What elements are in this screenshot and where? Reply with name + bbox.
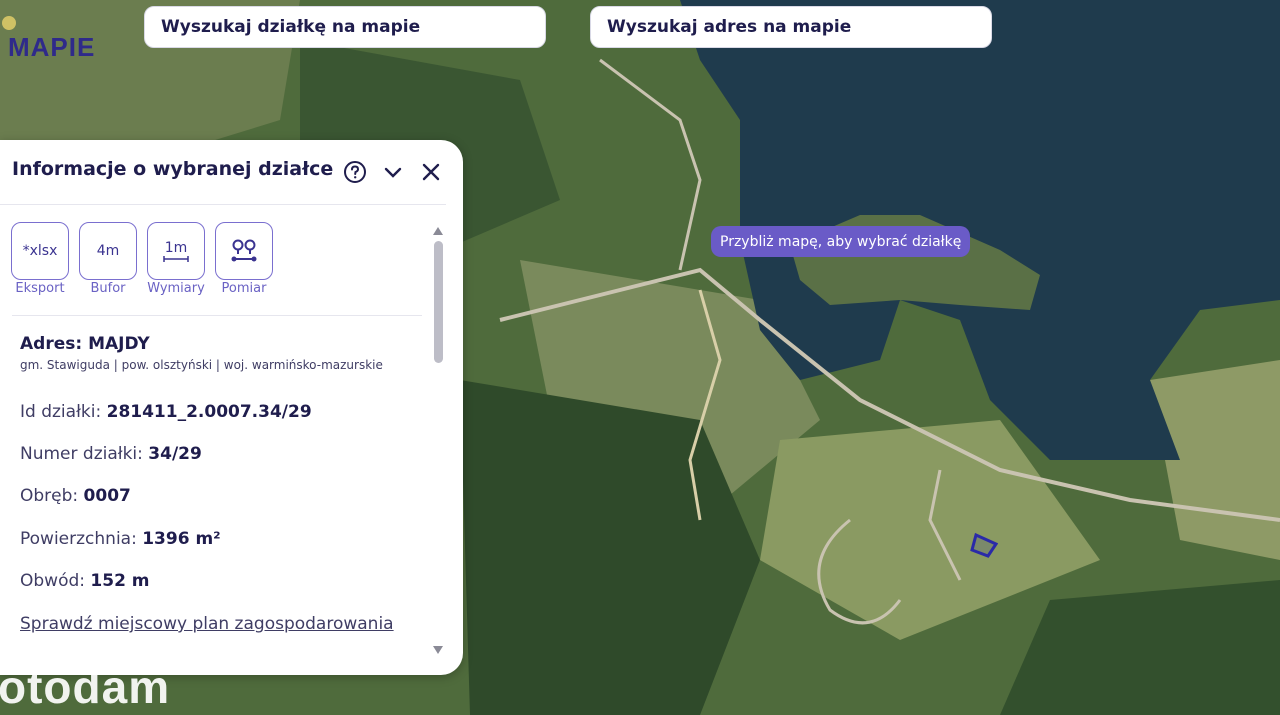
field-label: Powierzchnia: (20, 529, 137, 549)
field-value: 34/29 (148, 444, 202, 464)
scroll-up-icon[interactable] (432, 226, 444, 236)
field-perimeter: Obwód: 152 m (20, 571, 150, 591)
field-parcel-id: Id działki: 281411_2.0007.34/29 (20, 402, 312, 422)
selected-parcel-outline[interactable] (968, 532, 998, 558)
buffer-label: Bufor (90, 281, 126, 296)
otodom-watermark: otodam (0, 661, 171, 713)
panel-scrollbar-thumb[interactable] (434, 241, 443, 363)
scroll-down-icon[interactable] (432, 645, 444, 655)
export-xlsx-button[interactable]: *xlsx (11, 222, 69, 280)
buffer-button[interactable]: 4m (79, 222, 137, 280)
parcel-address: Adres: MAJDY (20, 334, 150, 354)
dimension-line-icon (163, 256, 189, 262)
export-label: Eksport (15, 281, 65, 296)
collapse-chevron-icon[interactable] (381, 160, 405, 184)
help-icon[interactable] (343, 160, 367, 184)
dimensions-button-icon-text: 1m (164, 240, 188, 256)
field-label: Numer działki: (20, 444, 143, 464)
dimensions-label: Wymiary (147, 281, 205, 296)
logo-text: MAPIE (8, 32, 96, 62)
zoning-plan-link[interactable]: Sprawdź miejscowy plan zagospodarowania (20, 614, 394, 634)
measure-button[interactable] (215, 222, 273, 280)
field-value: 0007 (83, 486, 131, 506)
field-value: 152 m (90, 571, 150, 591)
field-label: Id działki: (20, 402, 102, 422)
address-search-input[interactable]: Wyszukaj adres na mapie (590, 6, 992, 48)
parcel-search-input[interactable]: Wyszukaj działkę na mapie (144, 6, 546, 48)
close-icon[interactable] (419, 160, 443, 184)
field-parcel-number: Numer działki: 34/29 (20, 444, 202, 464)
route-pins-icon (231, 239, 257, 262)
parcel-address-region: gm. Stawiguda | pow. olsztyński | woj. w… (20, 358, 383, 372)
field-precinct: Obręb: 0007 (20, 486, 131, 506)
logo-pin-icon (2, 16, 16, 30)
measure-label: Pomiar (221, 281, 267, 296)
export-button-icon-text: *xlsx (22, 243, 58, 259)
field-value: 1396 m² (142, 529, 221, 549)
dimensions-button[interactable]: 1m (147, 222, 205, 280)
tools-divider (12, 315, 422, 316)
logo[interactable]: MAPIE (0, 6, 110, 62)
field-label: Obwód: (20, 571, 85, 591)
buffer-button-icon-text: 4m (96, 243, 120, 259)
panel-title: Informacje o wybranej działce (12, 158, 334, 180)
header-divider (0, 204, 446, 205)
field-value: 281411_2.0007.34/29 (106, 402, 312, 422)
field-label: Obręb: (20, 486, 79, 506)
zoom-hint-tooltip: Przybliż mapę, aby wybrać działkę (711, 226, 971, 257)
field-area: Powierzchnia: 1396 m² (20, 529, 221, 549)
